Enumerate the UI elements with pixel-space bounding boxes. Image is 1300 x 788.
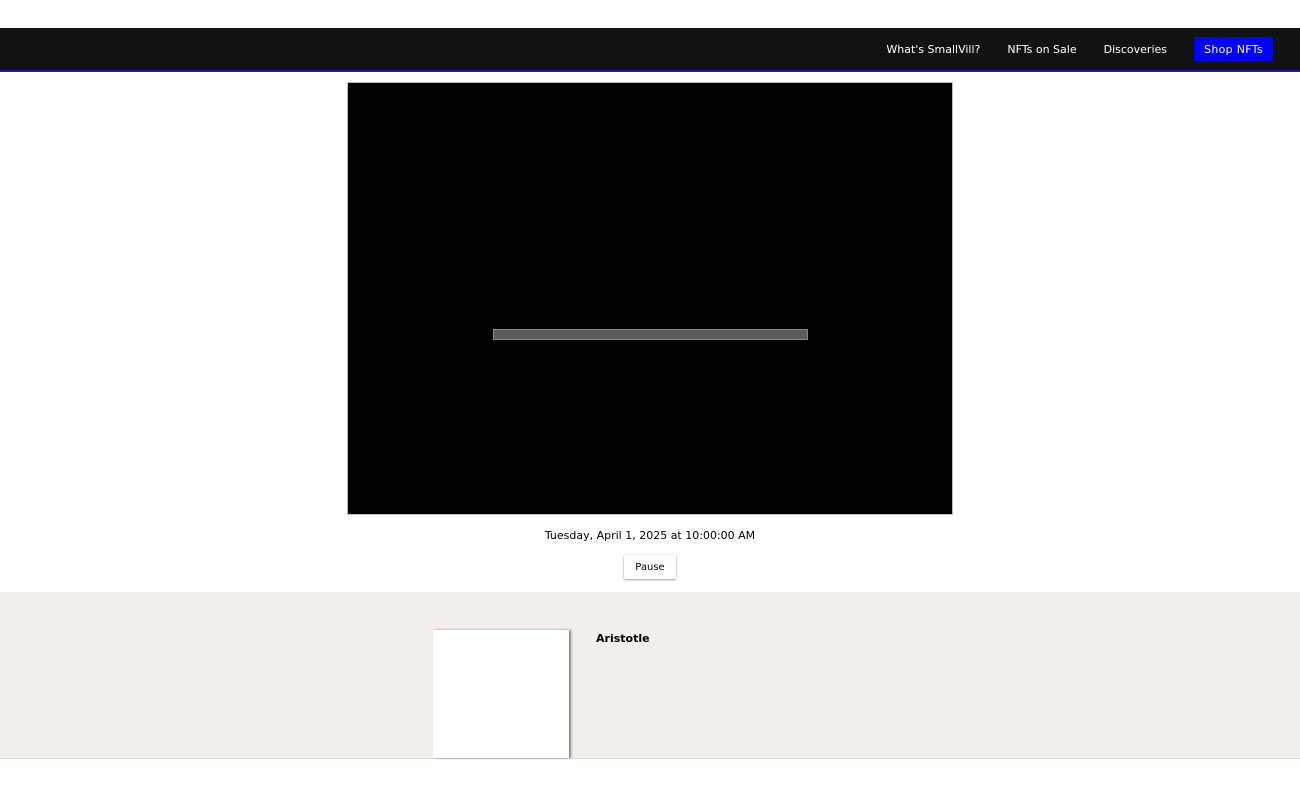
agent-name: Aristotle (596, 632, 650, 645)
agent-panel: Aristotle (0, 592, 1300, 759)
shop-nfts-button[interactable]: Shop NFTs (1194, 37, 1273, 61)
agent-portrait (433, 630, 569, 758)
simulation-timestamp: Tuesday, April 1, 2025 at 10:00:00 AM (544, 529, 756, 542)
top-navigation-bar: What's SmallVill? NFTs on Sale Discoveri… (0, 28, 1300, 72)
pause-button[interactable]: Pause (624, 555, 676, 579)
loading-bar (493, 329, 808, 340)
nav-link-whats-smallvill[interactable]: What's SmallVill? (886, 43, 980, 56)
main-nav: What's SmallVill? NFTs on Sale Discoveri… (859, 28, 1273, 70)
nav-link-nfts-on-sale[interactable]: NFTs on Sale (1007, 43, 1076, 56)
game-canvas[interactable] (347, 82, 953, 515)
nav-link-discoveries[interactable]: Discoveries (1104, 43, 1167, 56)
